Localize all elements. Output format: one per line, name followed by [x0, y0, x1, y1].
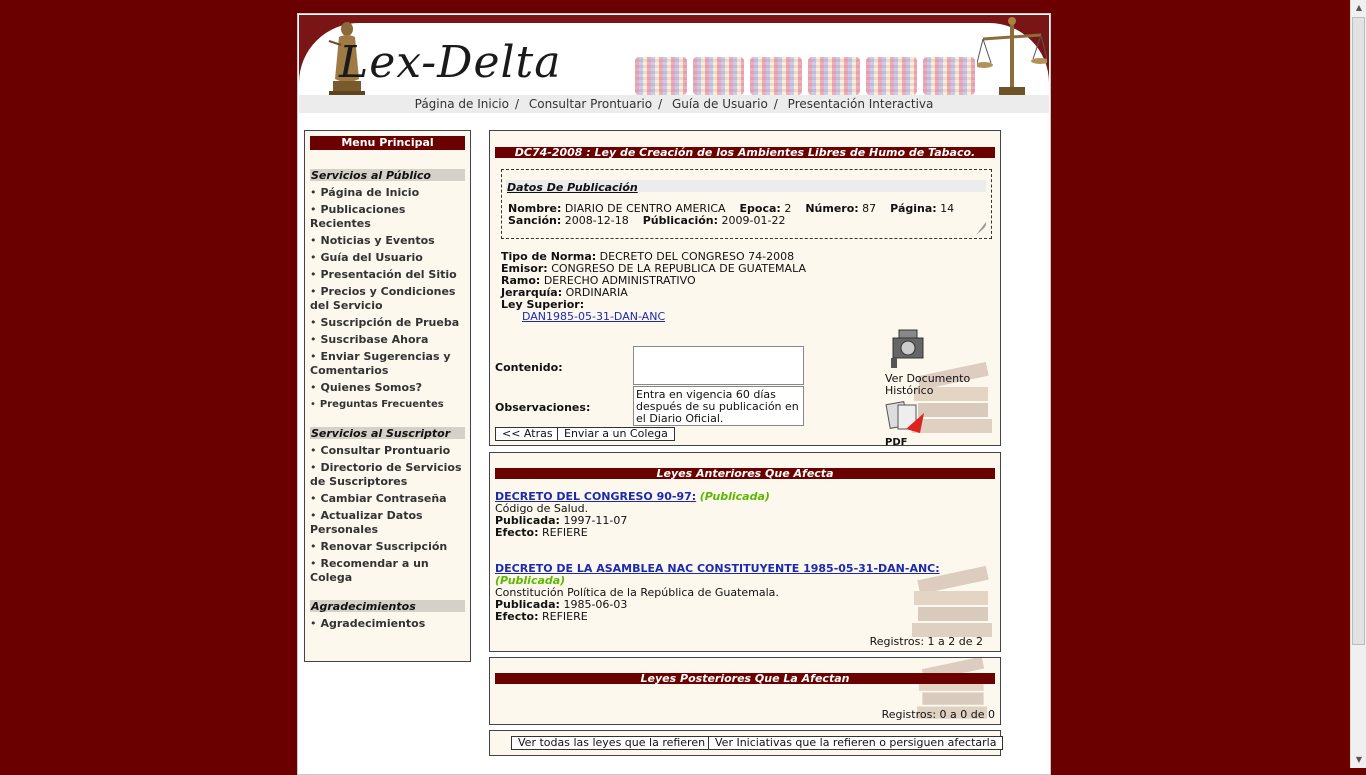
bottom-actions-panel: Ver todas las leyes que la refieren Ver … [489, 730, 1004, 756]
site-logo[interactable]: Lex-Delta [339, 37, 561, 88]
sidebar-menu: Menu Principal Servicios al Público • Pág… [304, 130, 471, 662]
menu-item[interactable]: • Renovar Suscripción [310, 540, 465, 554]
ver-iniciativas-button[interactable]: Ver Iniciativas que la refieren o persig… [708, 736, 1004, 750]
menu-item[interactable]: • Página de Inicio [310, 186, 465, 200]
back-button[interactable]: << Atras [495, 427, 560, 441]
publication-heading: Datos De Publicación [507, 181, 638, 194]
ver-documento-historico[interactable]: Ver Documento Histórico [885, 373, 975, 397]
send-to-colleague-button[interactable]: Enviar a un Colega [557, 427, 675, 441]
menu-list-suscriptor: • Consultar Prontuario • Directorio de Ser… [310, 444, 465, 585]
section-servicios-suscriptor: Servicios al Suscriptor [310, 427, 465, 440]
leyes-posteriores-panel: Leyes Posteriores Que La Afectan Registr… [489, 656, 1001, 725]
nav-home[interactable]: Página de Inicio [413, 97, 511, 111]
leyes-anteriores-title: Leyes Anteriores Que Afecta [495, 468, 995, 480]
menu-list-publico: • Página de Inicio • Publicaciones Recient… [310, 186, 465, 412]
ley-superior-link[interactable]: DAN1985-05-31-DAN-ANC [522, 310, 665, 323]
ley-entry: DECRETO DEL CONGRESO 90-97: (Publicada) … [495, 490, 770, 539]
registros-count: Registros: 0 a 0 de 0 [881, 708, 995, 721]
menu-item[interactable]: • Quienes Somos? [310, 381, 465, 395]
observaciones-label: Observaciones: [495, 401, 591, 414]
observaciones-field[interactable]: Entra en vigencia 60 días después de su … [633, 386, 804, 426]
document-title: DC74-2008 : Ley de Creación de los Ambie… [495, 147, 995, 159]
menu-item[interactable]: • Consultar Prontuario [310, 444, 465, 458]
menu-item[interactable]: • Actualizar Datos Personales [310, 509, 465, 537]
ver-todas-leyes-button[interactable]: Ver todas las leyes que la refieren [511, 736, 713, 750]
vertical-scrollbar[interactable]: ▲ ▼ [1350, 0, 1366, 768]
contenido-field[interactable] [633, 346, 804, 385]
scroll-up-arrow-icon[interactable]: ▲ [1351, 0, 1366, 16]
header-banner: Lex-Delta [299, 15, 1049, 97]
camera-icon[interactable] [885, 324, 931, 370]
pdf-label: PDF [885, 437, 908, 448]
menu-list-agradecimientos: • Agradecimientos [310, 617, 465, 631]
menu-item[interactable]: • Suscribase Ahora [310, 333, 465, 347]
page-container: Lex-Delta Página de Inicio / Consultar Pr… [297, 13, 1051, 775]
contenido-label: Contenido: [495, 361, 563, 374]
scroll-thumb[interactable] [1352, 17, 1365, 645]
sidebar-title: Menu Principal [310, 136, 465, 150]
menu-item[interactable]: • Preguntas Frecuentes [310, 398, 465, 412]
menu-item[interactable]: • Directorio de Servicios de Suscriptores [310, 461, 465, 489]
section-servicios-publico: Servicios al Público [310, 169, 465, 182]
menu-item[interactable]: • Precios y Condiciones del Servicio [310, 285, 465, 313]
menu-item[interactable]: • Suscripción de Prueba [310, 316, 465, 330]
leyes-posteriores-title: Leyes Posteriores Que La Afectan [495, 673, 995, 685]
top-navigation: Página de Inicio / Consultar Prontuario / … [299, 95, 1049, 113]
menu-item[interactable]: • Recomendar a un Colega [310, 557, 465, 585]
quill-icon [976, 222, 987, 235]
scroll-down-arrow-icon[interactable]: ▼ [1351, 752, 1366, 768]
nav-presentacion-interactiva[interactable]: Presentación Interactiva [786, 97, 936, 111]
nav-guia-usuario[interactable]: Guía de Usuario [670, 97, 770, 111]
textile-pattern [635, 57, 976, 95]
leyes-anteriores-panel: Leyes Anteriores Que Afecta DECRETO DEL … [489, 452, 1001, 652]
publication-box: Datos De Publicación Nombre: DIARIO DE C… [501, 169, 992, 239]
document-detail-panel: DC74-2008 : Ley de Creación de los Ambie… [489, 130, 1001, 448]
ley-entry: DECRETO DE LA ASAMBLEA NAC CONSTITUYENTE… [495, 562, 940, 623]
menu-item[interactable]: • Presentación del Sitio [310, 268, 465, 282]
menu-item[interactable]: • Publicaciones Recientes [310, 203, 465, 231]
nav-consultar-prontuario[interactable]: Consultar Prontuario [527, 97, 654, 111]
menu-item[interactable]: • Agradecimientos [310, 617, 465, 631]
registros-count: Registros: 1 a 2 de 2 [869, 635, 983, 648]
scales-of-justice-icon [977, 17, 1047, 95]
menu-item[interactable]: • Guía del Usuario [310, 251, 465, 265]
menu-item[interactable]: • Cambiar Contraseña [310, 492, 465, 506]
menu-item[interactable]: • Enviar Sugerencias y Comentarios [310, 350, 465, 378]
menu-item[interactable]: • Noticias y Eventos [310, 234, 465, 248]
section-agradecimientos: Agradecimientos [310, 600, 465, 613]
